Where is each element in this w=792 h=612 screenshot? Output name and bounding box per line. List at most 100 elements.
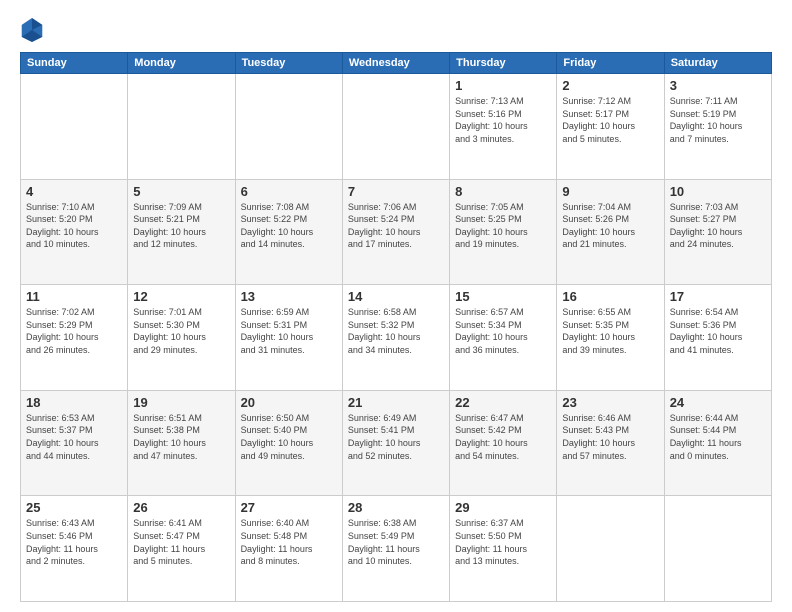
day-number: 20 [241,395,337,410]
calendar-week-5: 25Sunrise: 6:43 AM Sunset: 5:46 PM Dayli… [21,496,772,602]
day-number: 18 [26,395,122,410]
calendar-cell: 29Sunrise: 6:37 AM Sunset: 5:50 PM Dayli… [450,496,557,602]
calendar-cell: 12 Sunrise: 7:01 AM Sunset: 5:30 PM Dayli… [128,285,235,391]
calendar-cell: 5 Sunrise: 7:09 AM Sunset: 5:21 PM Daylig… [128,179,235,285]
weekday-header-monday: Monday [128,53,235,74]
calendar-cell [664,496,771,602]
day-number: 17 [670,289,766,304]
day-info: Sunrise: 7:12 AM Sunset: 5:17 PM Dayligh… [562,95,658,145]
day-info: Sunrise: 6:53 AM Sunset: 5:37 PM Dayligh… [26,412,122,462]
page: SundayMondayTuesdayWednesdayThursdayFrid… [0,0,792,612]
weekday-header-sunday: Sunday [21,53,128,74]
day-number: 6 [241,184,337,199]
calendar-cell: 19 Sunrise: 6:51 AM Sunset: 5:38 PM Dayli… [128,390,235,496]
day-info: Sunrise: 6:43 AM Sunset: 5:46 PM Dayligh… [26,517,122,567]
calendar-cell: 1 Sunrise: 7:13 AM Sunset: 5:16 PM Daylig… [450,74,557,180]
day-number: 7 [348,184,444,199]
calendar-cell [235,74,342,180]
calendar-cell: 3 Sunrise: 7:11 AM Sunset: 5:19 PM Daylig… [664,74,771,180]
day-number: 2 [562,78,658,93]
day-info: Sunrise: 6:55 AM Sunset: 5:35 PM Dayligh… [562,306,658,356]
day-info: Sunrise: 6:57 AM Sunset: 5:34 PM Dayligh… [455,306,551,356]
day-number: 12 [133,289,229,304]
day-number: 9 [562,184,658,199]
day-info: Sunrise: 6:38 AM Sunset: 5:49 PM Dayligh… [348,517,444,567]
day-number: 24 [670,395,766,410]
day-info: Sunrise: 6:47 AM Sunset: 5:42 PM Dayligh… [455,412,551,462]
day-info: Sunrise: 6:51 AM Sunset: 5:38 PM Dayligh… [133,412,229,462]
weekday-header-wednesday: Wednesday [342,53,449,74]
weekday-header-thursday: Thursday [450,53,557,74]
calendar-cell [557,496,664,602]
day-number: 1 [455,78,551,93]
calendar-cell: 6 Sunrise: 7:08 AM Sunset: 5:22 PM Daylig… [235,179,342,285]
day-info: Sunrise: 6:49 AM Sunset: 5:41 PM Dayligh… [348,412,444,462]
day-info: Sunrise: 6:58 AM Sunset: 5:32 PM Dayligh… [348,306,444,356]
calendar-cell: 21 Sunrise: 6:49 AM Sunset: 5:41 PM Dayli… [342,390,449,496]
day-number: 22 [455,395,551,410]
day-number: 3 [670,78,766,93]
day-number: 11 [26,289,122,304]
day-info: Sunrise: 7:02 AM Sunset: 5:29 PM Dayligh… [26,306,122,356]
day-info: Sunrise: 7:03 AM Sunset: 5:27 PM Dayligh… [670,201,766,251]
calendar-cell: 20 Sunrise: 6:50 AM Sunset: 5:40 PM Dayli… [235,390,342,496]
weekday-header-tuesday: Tuesday [235,53,342,74]
day-info: Sunrise: 6:41 AM Sunset: 5:47 PM Dayligh… [133,517,229,567]
day-info: Sunrise: 6:46 AM Sunset: 5:43 PM Dayligh… [562,412,658,462]
day-number: 27 [241,500,337,515]
day-info: Sunrise: 6:50 AM Sunset: 5:40 PM Dayligh… [241,412,337,462]
header [20,16,772,44]
day-number: 13 [241,289,337,304]
logo [20,16,48,44]
day-number: 5 [133,184,229,199]
calendar-cell: 9 Sunrise: 7:04 AM Sunset: 5:26 PM Daylig… [557,179,664,285]
logo-icon [20,16,44,44]
calendar-cell: 17 Sunrise: 6:54 AM Sunset: 5:36 PM Dayli… [664,285,771,391]
calendar-cell: 7 Sunrise: 7:06 AM Sunset: 5:24 PM Daylig… [342,179,449,285]
day-info: Sunrise: 7:13 AM Sunset: 5:16 PM Dayligh… [455,95,551,145]
calendar-cell: 25Sunrise: 6:43 AM Sunset: 5:46 PM Dayli… [21,496,128,602]
weekday-header-row: SundayMondayTuesdayWednesdayThursdayFrid… [21,53,772,74]
calendar-week-3: 11 Sunrise: 7:02 AM Sunset: 5:29 PM Dayli… [21,285,772,391]
day-info: Sunrise: 6:54 AM Sunset: 5:36 PM Dayligh… [670,306,766,356]
calendar-cell: 23 Sunrise: 6:46 AM Sunset: 5:43 PM Dayli… [557,390,664,496]
day-number: 28 [348,500,444,515]
day-number: 10 [670,184,766,199]
calendar-cell: 15 Sunrise: 6:57 AM Sunset: 5:34 PM Dayli… [450,285,557,391]
day-number: 21 [348,395,444,410]
day-number: 14 [348,289,444,304]
calendar-table: SundayMondayTuesdayWednesdayThursdayFrid… [20,52,772,602]
day-number: 29 [455,500,551,515]
day-number: 4 [26,184,122,199]
calendar-cell: 8 Sunrise: 7:05 AM Sunset: 5:25 PM Daylig… [450,179,557,285]
calendar-cell: 14 Sunrise: 6:58 AM Sunset: 5:32 PM Dayli… [342,285,449,391]
calendar-cell: 10 Sunrise: 7:03 AM Sunset: 5:27 PM Dayli… [664,179,771,285]
calendar-cell [128,74,235,180]
day-info: Sunrise: 7:06 AM Sunset: 5:24 PM Dayligh… [348,201,444,251]
calendar-cell: 28 Sunrise: 6:38 AM Sunset: 5:49 PM Dayli… [342,496,449,602]
day-number: 8 [455,184,551,199]
day-number: 23 [562,395,658,410]
calendar-cell: 22 Sunrise: 6:47 AM Sunset: 5:42 PM Dayli… [450,390,557,496]
day-info: Sunrise: 6:59 AM Sunset: 5:31 PM Dayligh… [241,306,337,356]
day-info: Sunrise: 7:05 AM Sunset: 5:25 PM Dayligh… [455,201,551,251]
day-info: Sunrise: 6:44 AM Sunset: 5:44 PM Dayligh… [670,412,766,462]
day-number: 15 [455,289,551,304]
calendar-cell: 4Sunrise: 7:10 AM Sunset: 5:20 PM Daylig… [21,179,128,285]
weekday-header-friday: Friday [557,53,664,74]
day-number: 19 [133,395,229,410]
calendar-cell [21,74,128,180]
weekday-header-saturday: Saturday [664,53,771,74]
calendar-week-1: 1 Sunrise: 7:13 AM Sunset: 5:16 PM Daylig… [21,74,772,180]
day-info: Sunrise: 7:11 AM Sunset: 5:19 PM Dayligh… [670,95,766,145]
day-info: Sunrise: 7:09 AM Sunset: 5:21 PM Dayligh… [133,201,229,251]
day-info: Sunrise: 7:01 AM Sunset: 5:30 PM Dayligh… [133,306,229,356]
calendar-cell: 27Sunrise: 6:40 AM Sunset: 5:48 PM Dayli… [235,496,342,602]
day-info: Sunrise: 7:08 AM Sunset: 5:22 PM Dayligh… [241,201,337,251]
day-number: 26 [133,500,229,515]
calendar-cell: 2 Sunrise: 7:12 AM Sunset: 5:17 PM Daylig… [557,74,664,180]
calendar-cell: 16Sunrise: 6:55 AM Sunset: 5:35 PM Dayli… [557,285,664,391]
calendar-cell: 13 Sunrise: 6:59 AM Sunset: 5:31 PM Dayli… [235,285,342,391]
calendar-cell: 11 Sunrise: 7:02 AM Sunset: 5:29 PM Dayli… [21,285,128,391]
day-info: Sunrise: 7:04 AM Sunset: 5:26 PM Dayligh… [562,201,658,251]
